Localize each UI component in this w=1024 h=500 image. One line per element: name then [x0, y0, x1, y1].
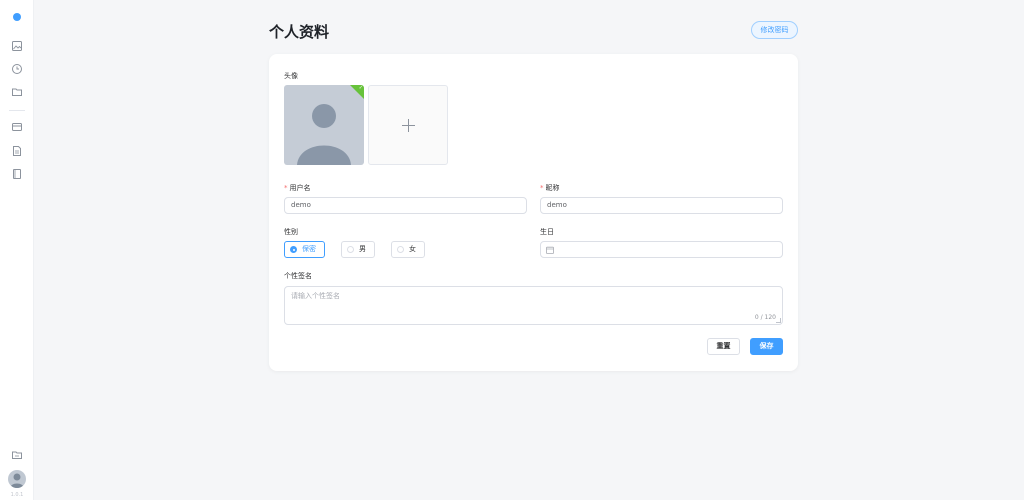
radio-dot [397, 246, 404, 253]
calendar-icon [546, 246, 554, 254]
version-label: 1.0.1 [10, 492, 24, 498]
sidebar-divider [9, 110, 25, 111]
save-button[interactable]: 保存 [750, 338, 783, 355]
folder-bottom-icon[interactable] [11, 449, 23, 461]
character-counter: 0 / 120 [754, 314, 776, 321]
card-icon[interactable] [11, 121, 23, 133]
avatar-label: 头像 [284, 72, 298, 80]
signature-placeholder: 请输入个性签名 [291, 292, 340, 300]
gender-label: 性别 [284, 228, 298, 236]
gender-radio-female[interactable]: 女 [391, 241, 425, 258]
page-title: 个人资料 [269, 23, 330, 41]
check-icon: ✓ [358, 85, 363, 91]
reset-button[interactable]: 重置 [707, 338, 740, 355]
radio-dot [347, 246, 354, 253]
birthday-date-picker[interactable] [540, 241, 783, 258]
username-input[interactable]: demo [284, 197, 527, 214]
avatar-upload-button[interactable] [368, 85, 448, 165]
signature-textarea[interactable]: 请输入个性签名 0 / 120 [284, 286, 783, 325]
profile-form-card: 头像 ✓ * 用户名 demo * 昵称 demo 性别 保密 男 女 生日 个… [269, 54, 798, 371]
sidebar: 1.0.1 [0, 0, 34, 500]
user-avatar[interactable] [8, 470, 26, 488]
gender-radio-male[interactable]: 男 [341, 241, 375, 258]
gender-radio-secret[interactable]: 保密 [284, 241, 325, 258]
username-label: * 用户名 [284, 184, 311, 192]
clock-icon[interactable] [11, 63, 23, 75]
avatar-image[interactable]: ✓ [284, 85, 364, 165]
image-icon[interactable] [11, 40, 23, 52]
logo[interactable] [13, 13, 21, 21]
book-icon[interactable] [11, 168, 23, 180]
nickname-input[interactable]: demo [540, 197, 783, 214]
nickname-label: * 昵称 [540, 184, 560, 192]
change-password-button[interactable]: 修改密码 [751, 21, 798, 39]
folder-icon[interactable] [11, 86, 23, 98]
birthday-label: 生日 [540, 228, 554, 236]
signature-label: 个性签名 [284, 272, 312, 280]
resize-handle[interactable] [776, 318, 781, 323]
radio-dot [290, 246, 297, 253]
document-icon[interactable] [11, 145, 23, 157]
